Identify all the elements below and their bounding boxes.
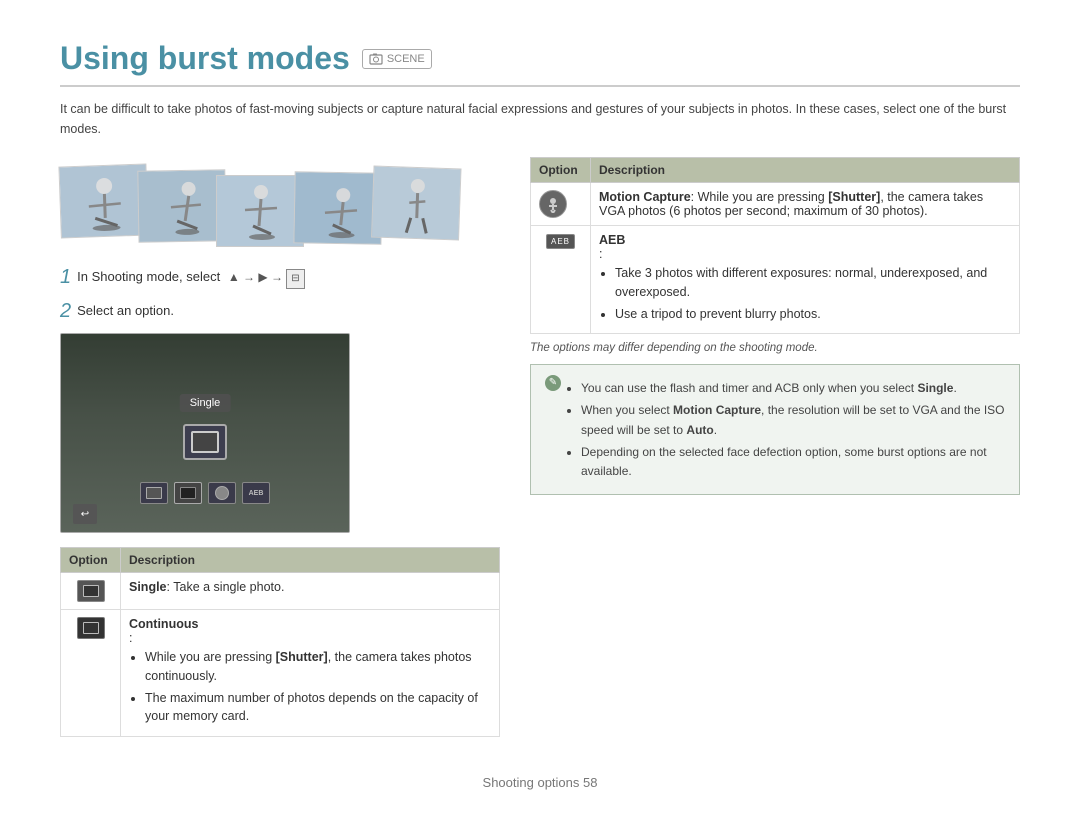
scene-label: SCENE [387, 53, 425, 65]
cam-btn-motion-icon [215, 486, 229, 500]
snowboarder-figure-3 [217, 176, 304, 247]
cam-btn-single[interactable] [140, 482, 168, 504]
info-icon: ✎ [545, 375, 561, 391]
intro-text: It can be difficult to take photos of fa… [60, 99, 1020, 139]
aeb-icon: AEB [546, 234, 575, 249]
shutter-bracket: [Shutter] [276, 650, 328, 664]
snowboarder-figure-2 [138, 170, 226, 243]
footer-text: Shooting options 58 [483, 775, 598, 790]
continuous-icon [77, 617, 105, 639]
walk-figure [372, 167, 461, 241]
single-description: Single: Take a single photo. [121, 573, 500, 610]
scene-badge: SCENE [362, 49, 432, 69]
table-row: Motion Capture: While you are pressing [… [531, 183, 1020, 226]
left-column: 1 In Shooting mode, select ▲ → ▶ → ⊟ 2 S… [60, 157, 500, 737]
cam-btn-motion[interactable] [208, 482, 236, 504]
right-table-header-description: Description [591, 158, 1020, 183]
single-ref: Single [917, 381, 953, 395]
burst-image-4 [293, 171, 382, 245]
continuous-colon: : [129, 631, 132, 645]
continuous-list: While you are pressing [Shutter], the ca… [129, 648, 491, 726]
list-item: The maximum number of photos depends on … [145, 689, 491, 727]
snowboarder-figure-4 [294, 172, 382, 245]
shutter-bracket-motion: [Shutter] [828, 190, 880, 204]
step-1: 1 In Shooting mode, select ▲ → ▶ → ⊟ [60, 265, 500, 289]
list-item: You can use the flash and timer and ACB … [581, 379, 1005, 398]
info-box-list: You can use the flash and timer and ACB … [567, 379, 1005, 484]
cam-btn-continuous[interactable] [174, 482, 202, 504]
main-content: 1 In Shooting mode, select ▲ → ▶ → ⊟ 2 S… [60, 157, 1020, 737]
list-item: When you select Motion Capture, the reso… [581, 401, 1005, 439]
single-icon-cell [61, 573, 121, 610]
cam-btn-continuous-icon [180, 487, 196, 499]
camera-ui-mockup: Single AEB [60, 333, 350, 533]
motion-icon-cell [531, 183, 591, 226]
table-row: Single: Take a single photo. [61, 573, 500, 610]
single-text: : Take a single photo. [167, 580, 285, 594]
continuous-bold: Continuous [129, 617, 491, 631]
step-1-num: 1 [60, 265, 71, 289]
aeb-bold: AEB [599, 233, 1011, 247]
motion-icon-svg [544, 195, 562, 213]
step-1-text: In Shooting mode, select ▲ → ▶ → ⊟ [77, 265, 305, 289]
aeb-icon-cell: AEB [531, 226, 591, 334]
list-item: While you are pressing [Shutter], the ca… [145, 648, 491, 686]
motion-ref: Motion Capture [673, 403, 761, 417]
camera-bottom-icons: AEB [140, 482, 270, 504]
arrow-symbols: ▲ → ▶ → ⊟ [228, 270, 305, 284]
burst-image-2 [137, 169, 226, 243]
camera-mode-label: Single [180, 394, 231, 412]
cam-btn-aeb-icon: AEB [249, 490, 264, 497]
header-section: Using burst modes SCENE [60, 40, 1020, 87]
burst-image-3 [216, 175, 304, 247]
left-option-table: Option Description Single: Take a single… [60, 547, 500, 737]
camera-small-icon [369, 52, 383, 66]
aeb-list: Take 3 photos with different exposures: … [599, 264, 1011, 323]
continuous-icon-inner [83, 622, 99, 634]
continuous-icon-cell [61, 610, 121, 737]
single-icon [77, 580, 105, 602]
info-box-row: ✎ You can use the flash and timer and AC… [545, 375, 1005, 484]
step-2-text: Select an option. [77, 299, 174, 322]
motion-bold: Motion Capture [599, 190, 691, 204]
single-icon-inner [83, 585, 99, 597]
back-button[interactable]: ↩ [73, 504, 97, 524]
burst-images-strip [60, 157, 500, 247]
page: Using burst modes SCENE It can be diffic… [0, 0, 1080, 815]
burst-image-5 [371, 165, 461, 240]
snowboarder-figure-1 [59, 164, 148, 238]
burst-image-1 [58, 163, 148, 238]
right-table-header-option: Option [531, 158, 591, 183]
left-table-header-description: Description [121, 548, 500, 573]
step-2: 2 Select an option. [60, 299, 500, 323]
motion-description: Motion Capture: While you are pressing [… [591, 183, 1020, 226]
info-box: ✎ You can use the flash and timer and AC… [530, 364, 1020, 495]
aeb-description: AEB: Take 3 photos with different exposu… [591, 226, 1020, 334]
footer: Shooting options 58 [0, 775, 1080, 790]
aeb-colon: : [599, 247, 602, 261]
list-item: Take 3 photos with different exposures: … [615, 264, 1011, 302]
single-bold: Single [129, 580, 167, 594]
step-2-num: 2 [60, 299, 71, 323]
note-text: The options may differ depending on the … [530, 342, 1020, 354]
right-option-table: Option Description [530, 157, 1020, 334]
right-column: Option Description [530, 157, 1020, 737]
camera-selected-icon [183, 424, 227, 460]
continuous-description: Continuous: While you are pressing [Shut… [121, 610, 500, 737]
cam-btn-aeb[interactable]: AEB [242, 482, 270, 504]
page-title: Using burst modes [60, 40, 350, 77]
table-row: AEB AEB: Take 3 photos with different ex… [531, 226, 1020, 334]
auto-ref: Auto [686, 423, 713, 437]
list-item: Use a tripod to prevent blurry photos. [615, 305, 1011, 324]
table-row: Continuous: While you are pressing [Shut… [61, 610, 500, 737]
motion-capture-icon [539, 190, 567, 218]
list-item: Depending on the selected face defection… [581, 443, 1005, 481]
cam-btn-single-icon [146, 487, 162, 499]
camera-icon-inner [191, 431, 219, 453]
left-table-header-option: Option [61, 548, 121, 573]
